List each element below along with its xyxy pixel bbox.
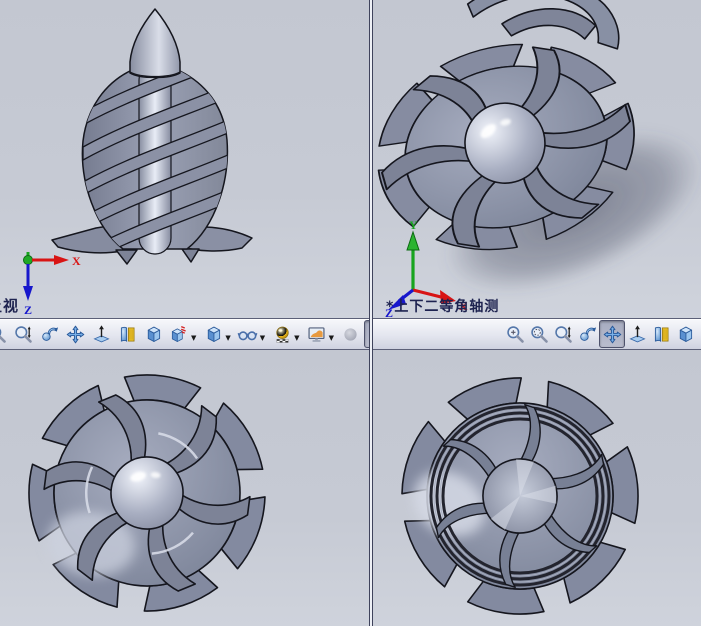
zoom-in-out-icon: [14, 325, 32, 343]
viewport-dimetric-view[interactable]: Y X Z *上下二等角轴测: [373, 0, 701, 318]
view-name-label: *上下二等角轴测: [386, 299, 500, 315]
pan-button-active[interactable]: [599, 320, 625, 348]
dropdown-caret[interactable]: ▼: [260, 334, 265, 342]
shaded-cube-icon: [147, 326, 160, 342]
zoom-in-out-button[interactable]: [551, 321, 575, 347]
dropdown-caret[interactable]: ▼: [294, 334, 299, 342]
view-settings-button[interactable]: [304, 321, 330, 347]
section-view-icon: [120, 326, 135, 342]
display-style-icon: [207, 326, 220, 342]
zoom-to-fit-button[interactable]: [0, 321, 10, 347]
zoom-in-out-button[interactable]: [10, 321, 36, 347]
impeller-top-view: [25, 369, 272, 618]
display-style-button[interactable]: [200, 321, 226, 347]
view-name-label: 上视: [0, 297, 20, 315]
normal-to-icon: [629, 324, 645, 343]
impeller-bottom-view: [395, 371, 643, 619]
dropdown-caret[interactable]: ▼: [191, 334, 196, 342]
rotate-view-icon: [579, 326, 597, 341]
zoom-to-fit-icon: [0, 325, 6, 343]
shadows-button-disabled[interactable]: [338, 321, 364, 347]
edit-appearance-button[interactable]: [166, 321, 192, 347]
axis-x-label: X: [72, 254, 81, 268]
section-view-button[interactable]: [114, 321, 140, 347]
eyeglasses-icon: [237, 330, 258, 340]
view-toolbar-right: [373, 318, 701, 350]
section-view-button[interactable]: [649, 321, 673, 347]
rotate-view-button[interactable]: [36, 321, 62, 347]
view-settings-icon: [308, 326, 325, 342]
dropdown-caret[interactable]: ▼: [225, 334, 230, 342]
zoom-to-fit-icon: [506, 325, 524, 343]
viewport-front-view[interactable]: X Z 上视: [0, 0, 369, 318]
pan-icon: [66, 325, 84, 343]
scene-sphere-icon: [275, 326, 289, 343]
hide-show-items-button[interactable]: [235, 321, 261, 347]
rotate-view-icon: [41, 326, 59, 341]
section-view-icon: [654, 326, 669, 342]
display-style-button[interactable]: [697, 321, 701, 347]
normal-to-icon: [93, 324, 109, 343]
gray-sphere-icon: [344, 327, 358, 341]
normal-to-button[interactable]: [88, 321, 114, 347]
normal-to-button[interactable]: [625, 321, 649, 347]
shaded-view-button[interactable]: [140, 321, 166, 347]
dropdown-caret[interactable]: ▼: [329, 334, 334, 342]
zoom-to-area-icon: [530, 325, 548, 343]
viewport-splitter[interactable]: [369, 0, 373, 626]
pan-icon: [603, 325, 621, 343]
zoom-to-fit-button[interactable]: [503, 321, 527, 347]
viewport-top-view[interactable]: [0, 350, 369, 626]
shaded-cube-icon: [679, 326, 692, 342]
viewport-bottom-view[interactable]: [373, 350, 701, 626]
apply-scene-button[interactable]: [269, 321, 295, 347]
zoom-in-out-icon: [554, 325, 572, 343]
pan-button[interactable]: [62, 321, 88, 347]
rotate-view-button[interactable]: [575, 321, 599, 347]
axis-y-label: Y: [409, 218, 418, 232]
zoom-to-area-button[interactable]: [527, 321, 551, 347]
view-toolbar-left: ▼ ▼ ▼ ▼ ▼: [0, 318, 369, 350]
cad-workspace: X Z 上视: [0, 0, 701, 626]
axis-z-label: Z: [24, 303, 32, 317]
edit-appearance-icon: [171, 325, 186, 342]
shaded-view-button[interactable]: [673, 321, 697, 347]
